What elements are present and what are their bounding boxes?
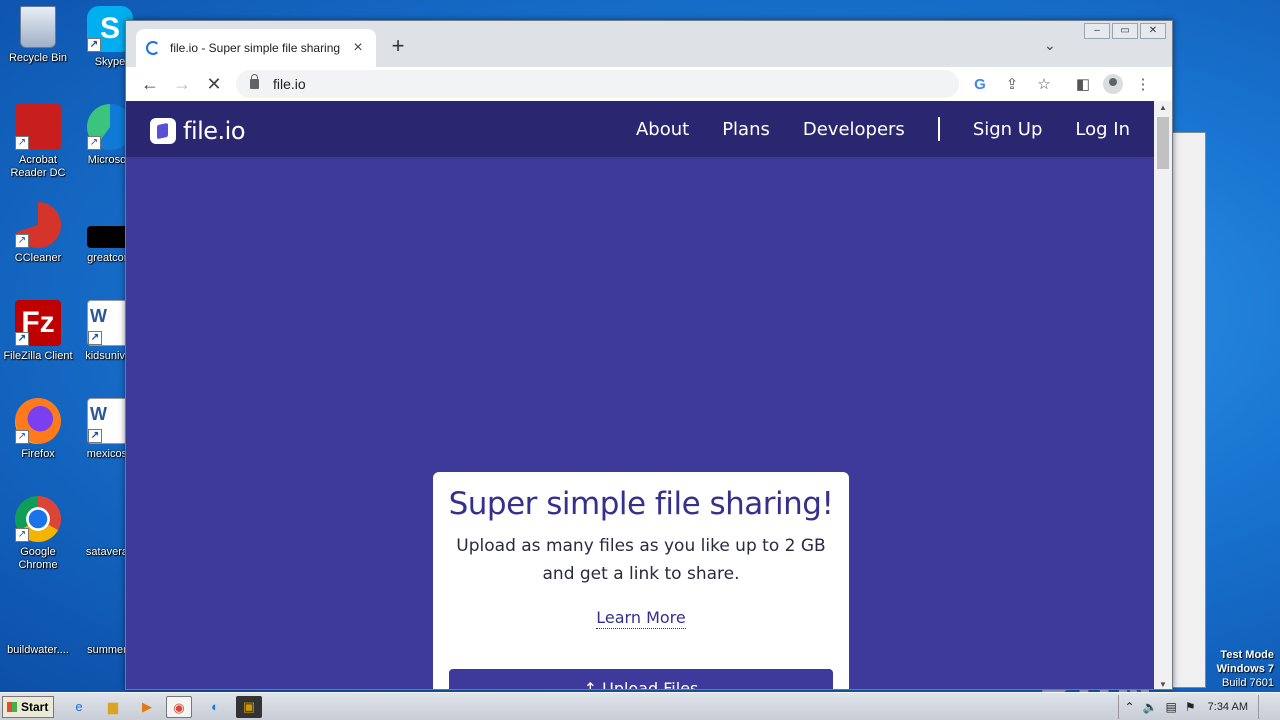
acrobat-icon: ↗ <box>15 104 61 150</box>
desktop-icon-label: CCleaner <box>14 252 62 264</box>
test-mode-line: Test Mode <box>1220 649 1274 661</box>
back-arrow-icon[interactable]: ← <box>134 70 166 98</box>
app-taskbar-icon[interactable]: ▣ <box>236 696 262 718</box>
filezilla-icon: Fz ↗ <box>15 300 61 346</box>
logo-text: file.io <box>183 117 246 145</box>
edge-taskbar-icon[interactable]: ◐ <box>202 696 228 718</box>
nav-divider <box>937 117 940 141</box>
tab-file-io[interactable]: file.io - Super simple file sharing × <box>136 29 376 67</box>
hero-heading: Super simple file sharing! <box>448 486 834 522</box>
scroll-down-icon[interactable]: ▼ <box>1154 680 1172 689</box>
profile-avatar-icon[interactable] <box>1103 74 1123 94</box>
shortcut-arrow-icon: ↗ <box>15 528 29 542</box>
blank-file-icon <box>15 616 61 640</box>
taskbar: Start e ▆ ▶ ◉ ◐ ▣ ⌃ 🔈 ▤ ⚑ 7:34 AM <box>0 692 1280 720</box>
upload-card: Super simple file sharing! Upload as man… <box>433 472 849 689</box>
share-icon[interactable]: ⇪ <box>1000 75 1024 93</box>
nav-plans-link[interactable]: Plans <box>722 119 770 140</box>
shortcut-arrow-icon: ↗ <box>15 234 29 248</box>
maximize-button[interactable]: ▭ <box>1112 23 1138 39</box>
shortcut-arrow-icon: ↗ <box>87 38 101 52</box>
desktop-icon-label: Acrobat Reader DC <box>10 154 66 179</box>
scroll-up-icon[interactable]: ▲ <box>1154 103 1172 112</box>
shortcut-arrow-icon: ↗ <box>88 429 102 443</box>
desktop-icon-label: Firefox <box>21 448 55 460</box>
scrollbar-thumb[interactable] <box>1157 117 1169 169</box>
show-hidden-icons-icon[interactable]: ⌃ <box>1125 700 1135 714</box>
window-controls: ‒ ▭ ✕ <box>1084 23 1166 39</box>
tab-title: file.io - Super simple file sharing <box>170 41 341 55</box>
file-io-logo-icon <box>150 118 176 144</box>
new-tab-button[interactable]: + <box>386 35 410 57</box>
toolbar-actions: ◧ ⋮ <box>1071 67 1155 101</box>
test-mode-label: Test Mode Windows 7 Build 7601 <box>1217 648 1274 690</box>
ccleaner-icon: ↗ <box>15 202 61 248</box>
desktop-icon-ccleaner[interactable]: ↗ CCleaner <box>0 202 76 265</box>
shortcut-arrow-icon: ↗ <box>15 332 29 346</box>
nav-developers-link[interactable]: Developers <box>803 119 905 140</box>
tab-search-icon[interactable]: ⌄ <box>1044 37 1056 54</box>
action-center-flag-icon[interactable]: ⚑ <box>1185 700 1196 714</box>
upload-files-button[interactable]: ↑ Upload Files <box>449 669 833 689</box>
media-player-icon[interactable]: ▶ <box>134 696 160 718</box>
volume-icon[interactable]: 🔈 <box>1143 700 1158 714</box>
side-panel-icon[interactable]: ◧ <box>1071 75 1095 93</box>
desktop-icon-filezilla[interactable]: Fz ↗ FileZilla Client <box>0 300 76 363</box>
site-nav-links: About Plans Developers Sign Up Log In <box>603 101 1130 157</box>
desktop-icon-chrome[interactable]: ↗ Google Chrome <box>0 496 76 572</box>
desktop-icon-label: Google Chrome <box>18 546 58 571</box>
desktop-icon-acrobat[interactable]: ↗ Acrobat Reader DC <box>0 104 76 180</box>
bookmark-star-icon[interactable]: ☆ <box>1032 75 1056 93</box>
shortcut-arrow-icon: ↗ <box>87 136 101 150</box>
desktop-icon-label: FileZilla Client <box>3 350 73 362</box>
shortcut-arrow-icon: ↗ <box>15 430 29 444</box>
show-desktop-button[interactable] <box>1258 695 1272 719</box>
build-line: Build 7601 <box>1222 677 1274 689</box>
desktop-icon-firefox[interactable]: ↗ Firefox <box>0 398 76 461</box>
clock[interactable]: 7:34 AM <box>1208 701 1248 713</box>
page-viewport: file.io About Plans Developers Sign Up L… <box>126 101 1154 689</box>
hero-description-text: Upload as many files as you like up to 2… <box>456 536 826 584</box>
close-button[interactable]: ✕ <box>1140 23 1166 39</box>
page-scrollbar[interactable]: ▲ ▼ <box>1154 101 1172 689</box>
address-bar[interactable]: file.io <box>236 70 959 98</box>
shortcut-arrow-icon: ↗ <box>15 136 29 150</box>
start-button[interactable]: Start <box>2 696 54 718</box>
tab-close-icon[interactable]: × <box>350 39 366 57</box>
chrome-icon: ↗ <box>15 496 61 542</box>
chrome-taskbar-icon[interactable]: ◉ <box>166 696 192 718</box>
address-bar-url[interactable]: file.io <box>273 76 306 92</box>
browser-window: file.io - Super simple file sharing × + … <box>125 20 1173 690</box>
hero-description: Upload as many files as you like up to 2… <box>433 532 849 588</box>
windows-version-line: Windows 7 <box>1216 663 1274 675</box>
stop-loading-icon[interactable]: ✕ <box>198 70 230 98</box>
forward-arrow-icon[interactable]: → <box>166 70 198 98</box>
system-tray: ⌃ 🔈 ▤ ⚑ 7:34 AM <box>1117 695 1280 719</box>
desktop-icon-buildwater[interactable]: buildwater.... <box>0 616 76 657</box>
nav-about-link[interactable]: About <box>636 119 689 140</box>
lock-icon[interactable] <box>250 74 259 89</box>
browser-toolbar: ← → ✕ file.io G ⇪ ☆ ◧ ⋮ <box>126 67 1172 101</box>
tab-strip: file.io - Super simple file sharing × + … <box>126 21 1172 67</box>
nav-login-link[interactable]: Log In <box>1075 119 1130 140</box>
nav-signup-link[interactable]: Sign Up <box>973 119 1043 140</box>
minimize-button[interactable]: ‒ <box>1084 23 1110 39</box>
file-io-logo[interactable]: file.io <box>150 117 246 145</box>
ie-icon[interactable]: e <box>66 696 92 718</box>
desktop-icon-label: Recycle Bin <box>8 52 68 64</box>
desktop-icon-recycle-bin[interactable]: Recycle Bin <box>0 6 76 65</box>
loading-spinner-icon <box>146 41 160 55</box>
learn-more-link[interactable]: Learn More <box>596 608 686 629</box>
google-lens-icon[interactable]: G <box>968 76 992 93</box>
recycle-bin-icon <box>20 6 56 48</box>
background-window[interactable] <box>1170 132 1206 688</box>
firefox-icon: ↗ <box>15 398 61 444</box>
desktop-icon-label: buildwater.... <box>7 644 69 656</box>
network-icon[interactable]: ▤ <box>1166 700 1177 714</box>
explorer-folder-icon[interactable]: ▆ <box>100 696 126 718</box>
shortcut-arrow-icon: ↗ <box>88 331 102 345</box>
menu-kebab-icon[interactable]: ⋮ <box>1131 75 1155 93</box>
omnibox-actions: G ⇪ ☆ <box>968 67 1056 101</box>
site-header: file.io About Plans Developers Sign Up L… <box>126 101 1154 157</box>
